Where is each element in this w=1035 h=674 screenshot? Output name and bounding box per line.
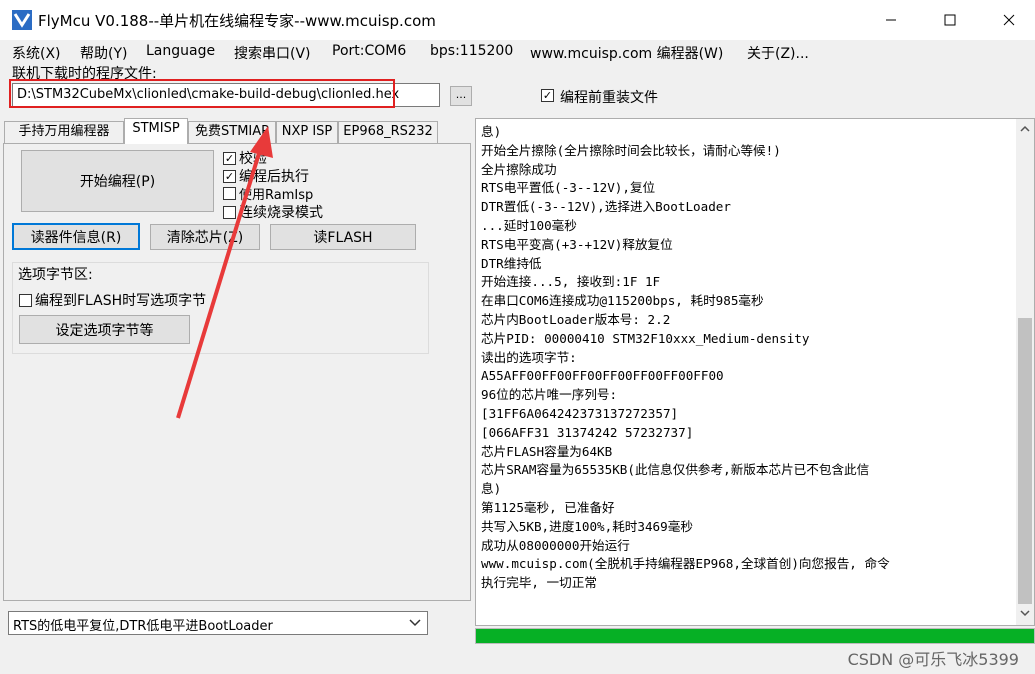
- scroll-up-icon[interactable]: [1020, 125, 1030, 133]
- window-title: FlyMcu V0.188--单片机在线编程专家--www.mcuisp.com: [38, 12, 436, 30]
- close-button[interactable]: [985, 0, 1033, 40]
- app-icon: [12, 10, 32, 30]
- check-icon: ✓: [224, 169, 235, 183]
- menu-programmer[interactable]: www.mcuisp.com 编程器(W): [530, 43, 723, 63]
- log-line: 读出的选项字节:: [481, 349, 577, 365]
- log-line: [31FF6A064242373137272357]: [481, 405, 679, 421]
- reload-checkbox[interactable]: ✓: [541, 89, 554, 102]
- progress-fill: [476, 629, 1034, 643]
- log-line: 执行完毕, 一切正常: [481, 575, 597, 591]
- minimize-icon: [886, 19, 896, 21]
- continuous-option[interactable]: 连续烧录模式: [223, 202, 323, 222]
- continuous-label: 连续烧录模式: [239, 205, 323, 221]
- read-info-button[interactable]: 读器件信息(R): [12, 223, 140, 250]
- check-icon: ✓: [224, 151, 235, 165]
- menu-search-port[interactable]: 搜索串口(V): [234, 43, 311, 63]
- run-after-label: 编程后执行: [239, 169, 309, 185]
- log-line: DTR置低(-3--12V),选择进入BootLoader: [481, 199, 731, 215]
- log-line: 开始连接...5, 接收到:1F 1F: [481, 274, 661, 290]
- scroll-thumb[interactable]: [1018, 318, 1032, 604]
- write-option-checkbox[interactable]: [19, 293, 32, 307]
- erase-chip-button[interactable]: 清除芯片(Z): [150, 224, 260, 250]
- write-option-label: 编程到FLASH时写选项字节: [35, 293, 207, 309]
- close-icon: [1003, 14, 1015, 26]
- continuous-checkbox[interactable]: [223, 205, 236, 219]
- log-lines: 息) 开始全片擦除(全片擦除时间会比较长，请耐心等候!) 全片擦除成功 RTS电平置低…: [481, 123, 1009, 593]
- menu-about[interactable]: 关于(Z)...: [747, 43, 809, 63]
- tab-nxp-isp[interactable]: NXP ISP: [276, 121, 338, 143]
- run-after-checkbox[interactable]: ✓: [223, 169, 236, 183]
- start-programming-button[interactable]: 开始编程(P): [21, 150, 214, 212]
- ramisp-option[interactable]: 使用RamIsp: [223, 184, 313, 203]
- scroll-down-icon[interactable]: [1020, 609, 1030, 617]
- read-flash-button[interactable]: 读FLASH: [270, 224, 416, 250]
- log-line: www.mcuisp.com(全脱机手持编程器EP968,全球首创)向您报告, …: [481, 556, 890, 572]
- run-after-option[interactable]: ✓ 编程后执行: [223, 166, 309, 186]
- log-line: 共写入5KB,进度100%,耗时3469毫秒: [481, 518, 693, 534]
- tab-ep968[interactable]: EP968_RS232: [338, 121, 438, 143]
- watermark: CSDN @可乐飞冰5399: [847, 650, 1019, 669]
- browse-button[interactable]: ...: [450, 86, 472, 106]
- verify-checkbox[interactable]: ✓: [223, 151, 236, 165]
- log-line: 成功从08000000开始运行: [481, 537, 630, 553]
- reload-label: 编程前重装文件: [560, 90, 658, 106]
- dropdown-arrow[interactable]: [404, 612, 426, 634]
- verify-option[interactable]: ✓ 校验: [223, 148, 267, 168]
- title-bar: FlyMcu V0.188--单片机在线编程专家--www.mcuisp.com: [0, 0, 1035, 40]
- log-line: 芯片PID: 00000410 STM32F10xxx_Medium-densi…: [481, 330, 810, 346]
- menu-system[interactable]: 系统(X): [12, 43, 61, 63]
- log-line: 息): [481, 481, 502, 497]
- maximize-button[interactable]: [926, 0, 974, 40]
- log-line: RTS电平变高(+3-+12V)释放复位: [481, 236, 673, 252]
- log-line: 芯片SRAM容量为65535KB(此信息仅供参考,新版本芯片已不包含此信: [481, 462, 870, 478]
- log-line: [066AFF31 31374242 57232737]: [481, 424, 694, 440]
- menu-baud[interactable]: bps:115200: [430, 43, 513, 59]
- verify-label: 校验: [239, 151, 267, 167]
- menu-bar: 系统(X) 帮助(Y) Language 搜索串口(V) Port:COM6 b…: [0, 40, 1035, 64]
- log-output[interactable]: 息) 开始全片擦除(全片擦除时间会比较长，请耐心等候!) 全片擦除成功 RTS电平置低…: [475, 118, 1035, 626]
- log-line: 全片擦除成功: [481, 161, 557, 177]
- maximize-icon: [944, 14, 956, 26]
- log-line: 开始全片擦除(全片擦除时间会比较长，请耐心等候!): [481, 142, 781, 158]
- check-icon: ✓: [542, 89, 553, 102]
- log-line: 96位的芯片唯一序列号:: [481, 387, 618, 403]
- log-line: ...延时100毫秒: [481, 217, 577, 233]
- write-option-row[interactable]: 编程到FLASH时写选项字节: [19, 290, 206, 310]
- log-line: 芯片FLASH容量为64KB: [481, 443, 613, 459]
- log-line: A55AFF00FF00FF00FF00FF00FF00FF00: [481, 368, 724, 384]
- set-option-bytes-button[interactable]: 设定选项字节等: [19, 315, 190, 344]
- menu-port[interactable]: Port:COM6: [332, 43, 406, 59]
- option-bytes-legend: 选项字节区:: [18, 264, 93, 284]
- minimize-button[interactable]: [867, 0, 915, 40]
- ramisp-label: 使用RamIsp: [239, 188, 314, 203]
- log-line: 息): [481, 124, 502, 139]
- tab-stmisp[interactable]: STMISP: [124, 118, 188, 144]
- menu-language[interactable]: Language: [146, 43, 215, 59]
- file-label: 联机下载时的程序文件:: [12, 66, 157, 82]
- log-line: 第1125毫秒, 已准备好: [481, 499, 615, 515]
- log-line: DTR维持低: [481, 255, 542, 271]
- tab-stmiap[interactable]: 免费STMIAP: [188, 121, 276, 143]
- file-path-input[interactable]: D:\STM32CubeMx\clionled\cmake-build-debu…: [12, 83, 440, 107]
- log-line: 在串口COM6连接成功@115200bps, 耗时985毫秒: [481, 293, 764, 309]
- tab-handheld[interactable]: 手持万用编程器: [4, 121, 124, 143]
- ramisp-checkbox[interactable]: [223, 187, 236, 200]
- menu-help[interactable]: 帮助(Y): [80, 43, 127, 63]
- chevron-down-icon: [409, 619, 421, 627]
- log-line: 芯片内BootLoader版本号: 2.2: [481, 311, 671, 327]
- reset-mode-select[interactable]: RTS的低电平复位,DTR低电平进BootLoader: [8, 611, 428, 635]
- log-line: RTS电平置低(-3--12V),复位: [481, 180, 656, 196]
